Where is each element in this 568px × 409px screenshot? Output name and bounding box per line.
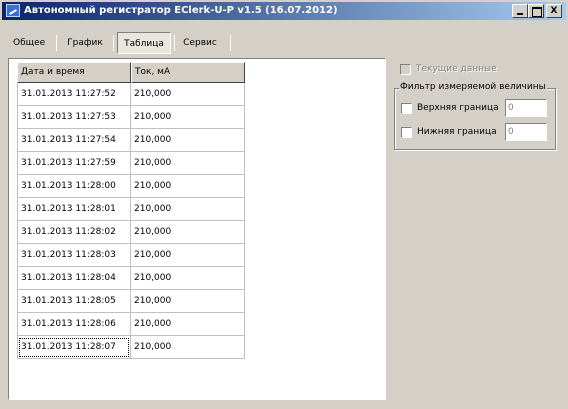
- cell-current[interactable]: 210,000: [131, 175, 245, 198]
- tab-divider: [56, 35, 57, 51]
- cell-current[interactable]: 210,000: [131, 267, 245, 290]
- cell-current[interactable]: 210,000: [131, 336, 245, 359]
- cell-current[interactable]: 210,000: [131, 152, 245, 175]
- table-row[interactable]: 31.01.2013 11:28:01 210,000: [17, 198, 245, 221]
- cell-datetime[interactable]: 31.01.2013 11:28:04: [17, 267, 131, 290]
- window-title: Автономный регистратор EClerk-U-P v1.5 (…: [24, 5, 338, 16]
- upper-limit-checkbox[interactable]: [401, 103, 412, 114]
- filter-group-title: Фильтр измеряемой величины: [399, 82, 547, 92]
- maximize-button[interactable]: [528, 4, 544, 18]
- cell-datetime[interactable]: 31.01.2013 11:28:01: [17, 198, 131, 221]
- cell-datetime[interactable]: 31.01.2013 11:28:02: [17, 221, 131, 244]
- minimize-button[interactable]: [512, 4, 528, 18]
- table-row[interactable]: 31.01.2013 11:28:04 210,000: [17, 267, 245, 290]
- tab-divider: [230, 35, 231, 51]
- lower-limit-checkbox[interactable]: [401, 127, 412, 138]
- cell-datetime[interactable]: 31.01.2013 11:27:54: [17, 129, 131, 152]
- cell-datetime[interactable]: 31.01.2013 11:28:07: [17, 336, 131, 359]
- app-icon[interactable]: [6, 4, 20, 17]
- cell-datetime[interactable]: 31.01.2013 11:28:03: [17, 244, 131, 267]
- current-data-checkbox[interactable]: [400, 64, 411, 75]
- cell-datetime[interactable]: 31.01.2013 11:28:06: [17, 313, 131, 336]
- table-row[interactable]: 31.01.2013 11:28:03 210,000: [17, 244, 245, 267]
- table-panel: Дата и время Ток, мА 31.01.2013 11:27:52…: [8, 58, 386, 400]
- column-header-current[interactable]: Ток, мА: [131, 62, 245, 83]
- lower-limit-input[interactable]: 0: [505, 123, 547, 141]
- column-header-datetime[interactable]: Дата и время: [17, 62, 131, 83]
- app-window: Автономный регистратор EClerk-U-P v1.5 (…: [0, 0, 568, 409]
- table-row[interactable]: 31.01.2013 11:27:54 210,000: [17, 129, 245, 152]
- options-panel: Текущие данные Фильтр измеряемой величин…: [394, 58, 564, 178]
- cell-current[interactable]: 210,000: [131, 313, 245, 336]
- tab-divider: [113, 35, 114, 51]
- upper-limit-label: Верхняя граница: [417, 103, 499, 113]
- cell-current[interactable]: 210,000: [131, 83, 245, 106]
- cell-current[interactable]: 210,000: [131, 129, 245, 152]
- table-row[interactable]: 31.01.2013 11:27:53 210,000: [17, 106, 245, 129]
- tab-table[interactable]: Таблица: [117, 32, 171, 54]
- cell-current[interactable]: 210,000: [131, 221, 245, 244]
- table-row[interactable]: 31.01.2013 11:28:02 210,000: [17, 221, 245, 244]
- upper-limit-input[interactable]: 0: [505, 99, 547, 117]
- cell-datetime[interactable]: 31.01.2013 11:28:00: [17, 175, 131, 198]
- table-row[interactable]: 31.01.2013 11:28:00 210,000: [17, 175, 245, 198]
- close-button[interactable]: X: [546, 4, 562, 18]
- table-row[interactable]: 31.01.2013 11:27:59 210,000: [17, 152, 245, 175]
- cell-datetime[interactable]: 31.01.2013 11:27:52: [17, 83, 131, 106]
- cell-current[interactable]: 210,000: [131, 198, 245, 221]
- tab-divider: [174, 35, 175, 51]
- lower-limit-label: Нижняя граница: [417, 127, 497, 137]
- table-row[interactable]: 31.01.2013 11:28:06 210,000: [17, 313, 245, 336]
- cell-current[interactable]: 210,000: [131, 106, 245, 129]
- table-row[interactable]: 31.01.2013 11:28:05 210,000: [17, 290, 245, 313]
- tab-general[interactable]: Общее: [8, 32, 50, 54]
- table-row[interactable]: 31.01.2013 11:27:52 210,000: [17, 83, 245, 106]
- cell-current[interactable]: 210,000: [131, 290, 245, 313]
- cell-datetime[interactable]: 31.01.2013 11:27:53: [17, 106, 131, 129]
- current-data-label: Текущие данные: [416, 64, 497, 74]
- tab-service[interactable]: Сервис: [176, 32, 224, 54]
- cell-current[interactable]: 210,000: [131, 244, 245, 267]
- table-row[interactable]: 31.01.2013 11:28:07 210,000: [17, 336, 245, 359]
- tab-chart[interactable]: График: [61, 32, 109, 54]
- cell-datetime[interactable]: 31.01.2013 11:28:05: [17, 290, 131, 313]
- title-bar[interactable]: Автономный регистратор EClerk-U-P v1.5 (…: [2, 2, 566, 20]
- filter-groupbox: Фильтр измеряемой величины Верхняя грани…: [394, 82, 556, 150]
- cell-datetime[interactable]: 31.01.2013 11:27:59: [17, 152, 131, 175]
